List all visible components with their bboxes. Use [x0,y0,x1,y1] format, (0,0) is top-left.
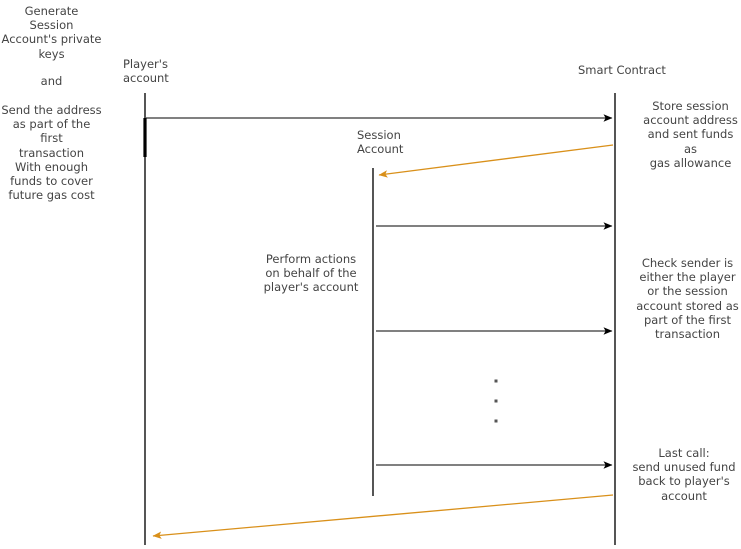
lifeline-label-smart-contract: Smart Contract [578,63,666,77]
note-store-session: Store session account address and sent f… [643,99,738,170]
note-send-address: Send the address as part of the first tr… [1,103,102,203]
note-and-connector: and [40,74,63,88]
note-generate-session-keys: Generate Session Account's private keys [1,4,102,61]
vertical-ellipsis-icon [494,379,498,423]
lifeline-player [143,93,147,545]
note-last-call: Last call: send unused fund back to play… [632,446,736,503]
message-arrow-refund [152,494,614,539]
note-check-sender: Check sender is either the player or the… [636,256,739,342]
note-perform-actions: Perform actions on behalf of the player'… [263,252,359,295]
activation-bar-player [143,118,147,157]
lifeline-label-session: Session Account [357,128,404,157]
sequence-diagram: Player's account Session Account Smart C… [0,0,741,549]
lifeline-label-player: Player's account [123,57,169,86]
